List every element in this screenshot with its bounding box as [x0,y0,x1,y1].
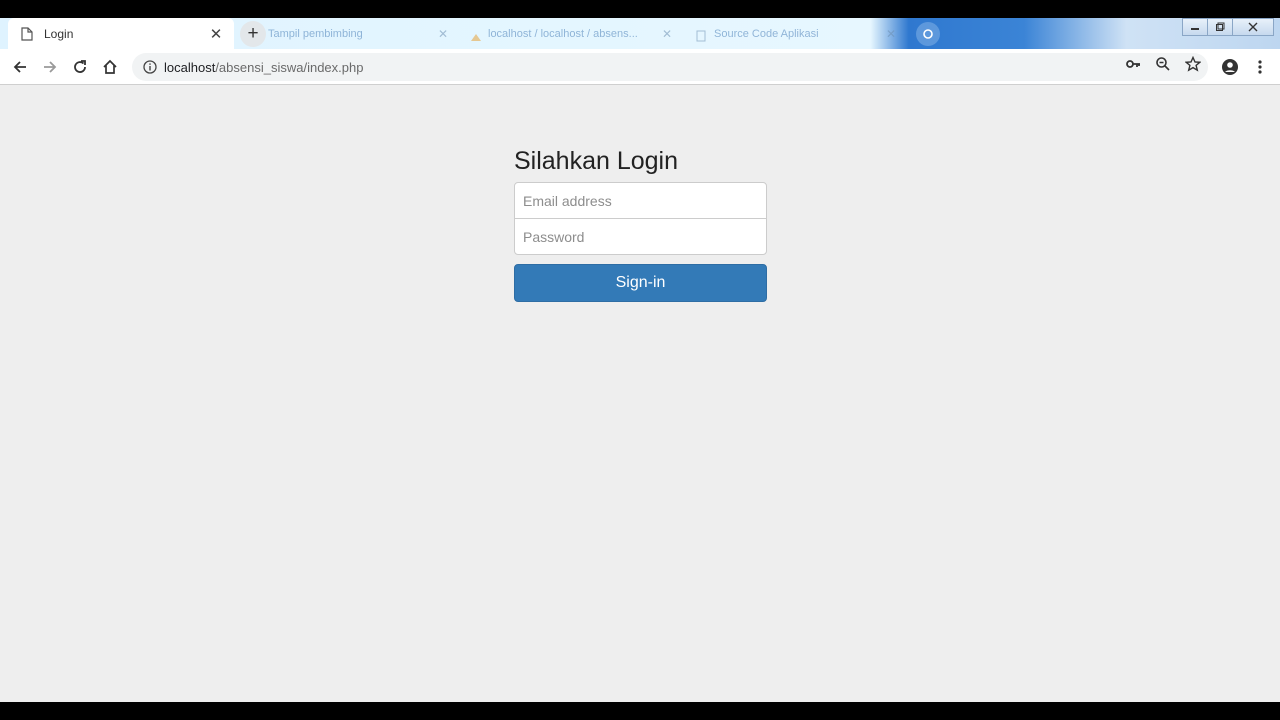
tab-background-2[interactable]: localhost / localhost / absens... ✕ [470,18,678,49]
page-icon [696,29,706,41]
url-host: localhost [164,59,216,75]
url-path: /absensi_siswa/index.php [215,59,364,75]
page-icon [20,26,34,41]
browser-window: Login ✕ + Tampil pembimbing ✕ localhost … [0,18,1280,702]
email-field[interactable] [514,182,767,219]
login-form: Silahkan Login Sign-in [514,143,767,302]
zoom-icon[interactable] [1152,53,1174,75]
plus-icon: + [247,23,259,44]
tab-title: localhost / localhost / absens... [488,27,638,40]
tab-background-1[interactable]: Tampil pembimbing ✕ [268,18,458,49]
close-icon[interactable]: ✕ [208,26,224,43]
tab-login[interactable]: Login ✕ [8,18,234,49]
back-icon[interactable] [8,55,32,79]
extension-icon[interactable] [916,22,940,46]
tab-background-3[interactable]: Source Code Aplikasi ✕ [696,18,906,49]
address-bar[interactable]: localhost/absensi_siswa/index.php [132,53,1208,81]
new-tab-button[interactable]: + [240,21,266,47]
close-icon[interactable]: ✕ [662,27,672,41]
window-close-button[interactable] [1232,18,1274,36]
menu-icon[interactable] [1248,55,1272,79]
minimize-button[interactable] [1182,18,1208,36]
key-icon[interactable] [1122,53,1144,75]
tab-title: Source Code Aplikasi [714,27,819,40]
page-title: Silahkan Login [514,147,679,175]
forward-icon[interactable] [38,55,62,79]
tab-title: Tampil pembimbing [268,27,363,40]
page-content: Silahkan Login Sign-in [0,85,1280,702]
browser-toolbar: localhost/absensi_siswa/index.php [0,49,1280,85]
tab-title: Login [44,26,74,41]
phpmyadmin-icon [470,29,481,41]
restore-button[interactable] [1207,18,1233,36]
close-icon[interactable]: ✕ [886,27,896,41]
account-icon[interactable] [1218,55,1242,79]
tab-strip: Login ✕ + Tampil pembimbing ✕ localhost … [0,18,1280,49]
password-field[interactable] [514,218,767,255]
home-icon[interactable] [98,55,122,79]
info-icon[interactable] [142,59,158,75]
star-icon[interactable] [1182,53,1204,75]
close-icon[interactable]: ✕ [438,27,448,41]
video-frame: Login ✕ + Tampil pembimbing ✕ localhost … [0,0,1280,720]
sign-in-button[interactable]: Sign-in [514,264,767,302]
reload-icon[interactable] [68,55,92,79]
